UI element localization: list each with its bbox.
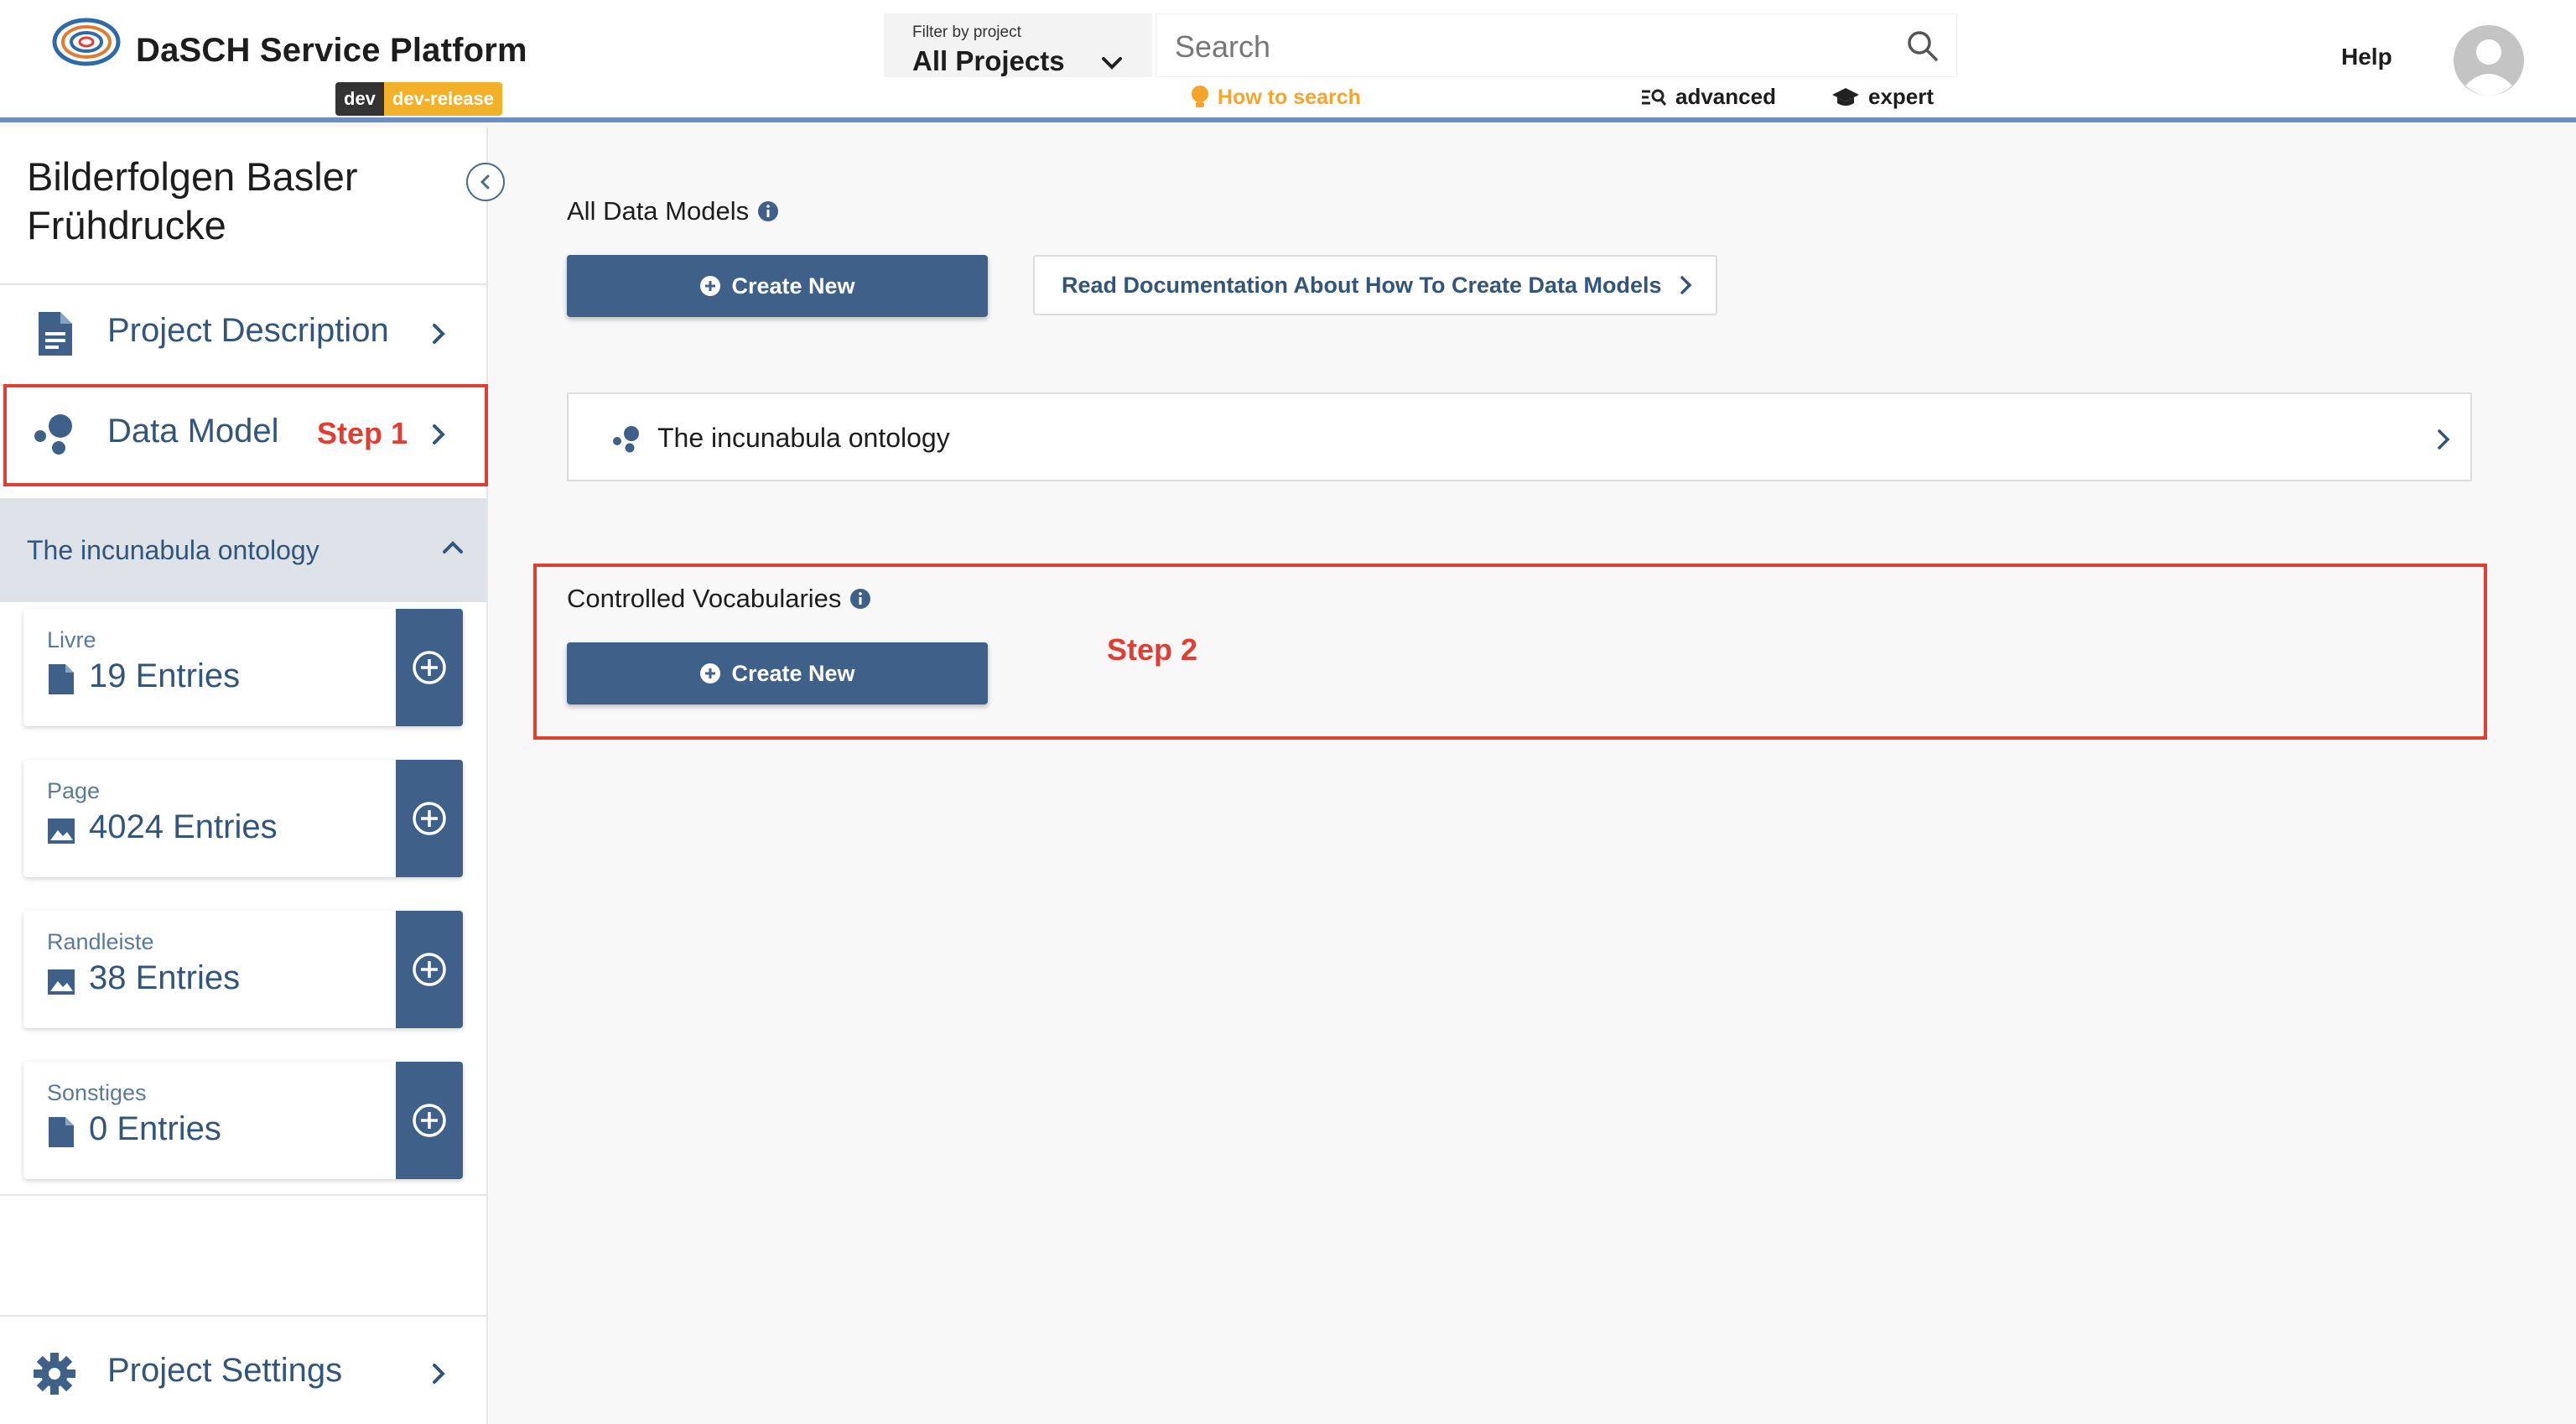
how-to-search-label: How to search xyxy=(1218,85,1361,109)
data-model-icon xyxy=(613,426,639,453)
chevron-right-icon xyxy=(1680,276,1692,294)
expert-search-link[interactable]: expert xyxy=(1831,84,1934,110)
search-input[interactable]: Search xyxy=(1156,13,1957,77)
read-documentation-label: Read Documentation About How To Create D… xyxy=(1062,272,1662,298)
resource-count: 4024 Entries xyxy=(89,808,278,845)
advanced-search-label: advanced xyxy=(1675,84,1776,109)
resource-count: 38 Entries xyxy=(89,959,241,996)
create-new-data-model-button[interactable]: Create New xyxy=(567,255,988,317)
document-icon xyxy=(39,312,72,356)
lightbulb-icon xyxy=(1192,86,1208,107)
image-icon xyxy=(48,969,75,995)
add-circle-icon xyxy=(413,953,446,986)
add-resource-button[interactable] xyxy=(396,609,463,726)
resource-count: 19 Entries xyxy=(89,657,241,694)
resource-name: Sonstiges xyxy=(47,1080,147,1105)
dasch-logo-icon[interactable] xyxy=(50,15,122,69)
main-content: All Data Models Create New Read Document… xyxy=(490,127,2576,1424)
sidebar-ontology-toggle[interactable]: The incunabula ontology xyxy=(0,498,486,602)
resource-card-page[interactable]: Page 4024 Entries xyxy=(23,760,463,877)
search-placeholder: Search xyxy=(1175,29,1271,64)
sidebar-item-project-settings[interactable]: Project Settings xyxy=(0,1323,486,1424)
info-icon[interactable] xyxy=(757,200,779,222)
add-circle-icon xyxy=(700,276,721,296)
project-filter-label: Filter by project xyxy=(912,23,1021,41)
how-to-search-link[interactable]: How to search xyxy=(1189,84,1361,111)
sidebar-divider xyxy=(0,1315,486,1317)
document-icon xyxy=(49,1117,74,1147)
env-badge-release: dev-release xyxy=(383,82,503,116)
env-badge-dev: dev xyxy=(335,82,384,116)
add-circle-icon xyxy=(413,1104,446,1137)
sidebar-item-label: Project Settings xyxy=(107,1352,343,1389)
chevron-down-icon xyxy=(1102,57,1122,70)
document-icon xyxy=(49,664,74,694)
resource-name: Livre xyxy=(47,627,96,652)
resource-card-sonstiges[interactable]: Sonstiges 0 Entries xyxy=(23,1062,463,1179)
create-new-label: Create New xyxy=(731,273,855,299)
chevron-right-icon xyxy=(2438,429,2450,450)
project-title: Bilderfolgen Basler Frühdrucke xyxy=(27,154,358,247)
resource-count: 0 Entries xyxy=(89,1110,221,1147)
top-header: DaSCH Service Platform dev dev-release F… xyxy=(0,0,2576,122)
app-title[interactable]: DaSCH Service Platform xyxy=(136,32,527,70)
add-resource-button[interactable] xyxy=(396,911,463,1028)
chevron-right-icon xyxy=(433,324,445,344)
resource-name: Randleiste xyxy=(47,929,154,954)
project-sidebar: Bilderfolgen Basler Frühdrucke Project D… xyxy=(0,127,505,1424)
gear-icon xyxy=(34,1353,75,1395)
add-resource-button[interactable] xyxy=(396,760,463,877)
search-icon[interactable] xyxy=(1904,28,1941,65)
add-circle-icon xyxy=(413,802,446,835)
add-resource-button[interactable] xyxy=(396,1062,463,1179)
ontology-label: The incunabula ontology xyxy=(27,535,319,565)
step2-annotation-box xyxy=(533,564,2487,740)
sidebar-item-label: Project Description xyxy=(107,312,389,349)
chevron-up-icon xyxy=(443,541,463,553)
user-avatar-icon[interactable] xyxy=(2454,25,2524,96)
sidebar-divider xyxy=(0,1194,486,1196)
all-data-models-heading: All Data Models xyxy=(567,196,779,226)
resource-card-randleiste[interactable]: Randleiste 38 Entries xyxy=(23,911,463,1028)
add-circle-icon xyxy=(413,651,446,684)
help-link[interactable]: Help xyxy=(2341,44,2392,70)
image-icon xyxy=(48,819,75,844)
read-documentation-button[interactable]: Read Documentation About How To Create D… xyxy=(1033,255,1717,315)
project-filter-value: All Projects xyxy=(912,45,1065,76)
ontology-card-label: The incunabula ontology xyxy=(657,423,950,453)
resource-card-livre[interactable]: Livre 19 Entries xyxy=(23,609,463,726)
graduation-cap-icon xyxy=(1832,87,1859,106)
environment-badge: dev dev-release xyxy=(335,82,503,116)
advanced-search-icon xyxy=(1642,89,1667,106)
chevron-right-icon xyxy=(433,1364,445,1384)
project-filter-select[interactable]: Filter by project All Projects xyxy=(884,13,1152,77)
advanced-search-link[interactable]: advanced xyxy=(1640,84,1776,110)
sidebar-item-project-description[interactable]: Project Description xyxy=(0,283,486,384)
resource-name: Page xyxy=(47,778,101,803)
all-data-models-title: All Data Models xyxy=(567,196,750,226)
step1-annotation-label: Step 1 xyxy=(317,416,408,450)
expert-search-label: expert xyxy=(1868,84,1935,109)
step1-annotation-box xyxy=(3,384,488,486)
ontology-list-item[interactable]: The incunabula ontology xyxy=(567,392,2472,481)
